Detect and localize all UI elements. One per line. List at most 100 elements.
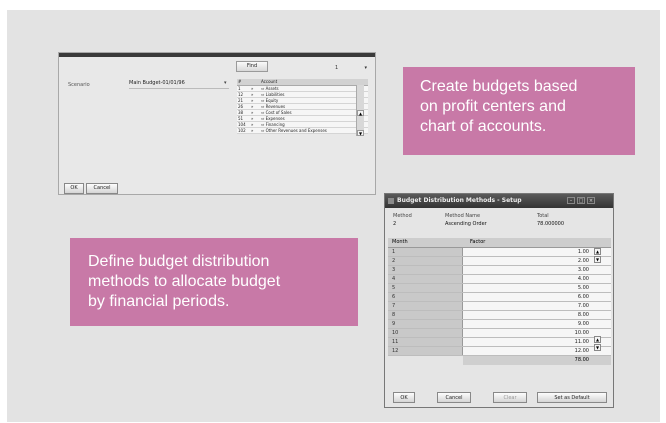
month-cell: 7 bbox=[388, 302, 463, 310]
scroll-up-icon[interactable]: ▲ bbox=[357, 110, 364, 116]
month-cell: 9 bbox=[388, 320, 463, 328]
row-number: 102 bbox=[238, 128, 246, 133]
factor-cell[interactable]: 11.00 bbox=[463, 338, 611, 346]
row-mark: » bbox=[251, 98, 254, 103]
month-cell: 1 bbox=[388, 248, 463, 256]
set-as-default-button[interactable]: Set as Default bbox=[537, 392, 607, 403]
grid-total-row: 78.00 bbox=[388, 356, 611, 365]
callout-line: by financial periods. bbox=[88, 293, 230, 310]
callout-line: methods to allocate budget bbox=[88, 273, 281, 290]
accounts-scrollbar[interactable]: ▲ ▼ bbox=[356, 85, 364, 136]
table-row[interactable]: 11 11.00 bbox=[388, 338, 611, 347]
table-row[interactable]: 9 9.00 bbox=[388, 320, 611, 329]
row-number: 38 bbox=[238, 110, 244, 115]
cancel-button[interactable]: Cancel bbox=[86, 183, 118, 194]
month-cell: 3 bbox=[388, 266, 463, 274]
callout-budgets: Create budgets based on profit centers a… bbox=[403, 67, 635, 155]
table-row[interactable]: 2 2.00 bbox=[388, 257, 611, 266]
row-number: 26 bbox=[238, 104, 244, 109]
column-header-account: Account bbox=[261, 79, 278, 84]
chevron-down-icon: ▾ bbox=[364, 65, 367, 71]
table-row[interactable]: 5 5.00 bbox=[388, 284, 611, 293]
scroll-up-icon[interactable]: ▲ bbox=[594, 336, 601, 343]
row-number: 1 bbox=[238, 86, 241, 91]
factor-cell[interactable]: 5.00 bbox=[463, 284, 611, 292]
table-row[interactable]: 7 7.00 bbox=[388, 302, 611, 311]
total-label: Total bbox=[537, 213, 549, 219]
table-row[interactable]: 1 1.00 bbox=[388, 248, 611, 257]
scroll-up-icon[interactable]: ▲ bbox=[594, 248, 601, 255]
factor-cell[interactable]: 9.00 bbox=[463, 320, 611, 328]
account-name: ⇨ Other Revenues and Expenses bbox=[261, 128, 327, 133]
factor-cell[interactable]: 7.00 bbox=[463, 302, 611, 310]
account-name: ⇨ Financing bbox=[261, 122, 285, 127]
column-header-month: Month bbox=[392, 239, 408, 245]
factor-grid: Month Factor 1 1.00 2 2.00 3 3.00 4 4.00 5 5.… bbox=[388, 238, 611, 365]
month-cell: 10 bbox=[388, 329, 463, 337]
month-cell: 4 bbox=[388, 275, 463, 283]
ok-button[interactable]: OK bbox=[64, 183, 84, 194]
account-name: ⇨ Expenses bbox=[261, 116, 285, 121]
find-button[interactable]: Find bbox=[236, 61, 268, 72]
scenario-dropdown[interactable]: Main Budget-01/01/96 bbox=[129, 80, 229, 89]
account-name: ⇨ Cost of Sales bbox=[261, 110, 292, 115]
clear-button[interactable]: Clear bbox=[493, 392, 527, 403]
callout-line: Create budgets based bbox=[420, 78, 578, 95]
factor-cell[interactable]: 4.00 bbox=[463, 275, 611, 283]
method-field[interactable]: 2 bbox=[393, 221, 396, 227]
factor-cell[interactable]: 1.00 bbox=[463, 248, 611, 256]
month-cell: 12 bbox=[388, 347, 463, 355]
window-title-bar bbox=[59, 53, 375, 57]
find-select[interactable]: 1 ▾ bbox=[327, 65, 367, 72]
minimize-icon[interactable]: – bbox=[567, 197, 575, 204]
table-row[interactable]: 3 3.00 bbox=[388, 266, 611, 275]
factor-cell[interactable]: 6.00 bbox=[463, 293, 611, 301]
month-cell: 11 bbox=[388, 338, 463, 346]
find-select-value: 1 bbox=[335, 65, 339, 71]
account-name: ⇨ Assets bbox=[261, 86, 279, 91]
accounts-table-header: # Account bbox=[237, 79, 368, 86]
account-name: ⇨ Equity bbox=[261, 98, 279, 103]
table-row[interactable]: 8 8.00 bbox=[388, 311, 611, 320]
table-row[interactable]: 4 4.00 bbox=[388, 275, 611, 284]
table-row[interactable]: 102 » ⇨ Other Revenues and Expenses bbox=[237, 128, 368, 134]
grid-total-spacer bbox=[388, 356, 463, 365]
factor-cell[interactable]: 12.00 bbox=[463, 347, 611, 355]
row-number: 12 bbox=[238, 92, 244, 97]
factor-cell[interactable]: 10.00 bbox=[463, 329, 611, 337]
row-mark: » bbox=[251, 122, 254, 127]
cancel-button[interactable]: Cancel bbox=[437, 392, 471, 403]
window-title-bar: Budget Distribution Methods - Setup – □ … bbox=[385, 194, 613, 208]
budget-window: Find 1 ▾ Scenario Main Budget-01/01/96 ▾… bbox=[58, 52, 376, 195]
accounts-table: # Account 1 » ⇨ Assets 12 » ⇨ Liabilities 21… bbox=[237, 79, 368, 134]
method-label: Method bbox=[393, 213, 412, 219]
column-header-mark bbox=[251, 79, 261, 85]
row-number: 51 bbox=[238, 116, 244, 121]
row-mark: » bbox=[251, 110, 254, 115]
table-row[interactable]: 12 12.00 bbox=[388, 347, 611, 356]
maximize-icon[interactable]: □ bbox=[577, 197, 585, 204]
factor-cell[interactable]: 2.00 bbox=[463, 257, 611, 265]
window-title: Budget Distribution Methods - Setup bbox=[397, 197, 522, 204]
chevron-down-icon[interactable]: ▾ bbox=[224, 80, 227, 86]
method-name-field[interactable]: Ascending Order bbox=[445, 221, 487, 227]
table-row[interactable]: 6 6.00 bbox=[388, 293, 611, 302]
row-number: 21 bbox=[238, 98, 244, 103]
scenario-label: Scenario bbox=[68, 82, 90, 88]
row-mark: » bbox=[251, 92, 254, 97]
row-number: 104 bbox=[238, 122, 246, 127]
scroll-down-icon[interactable]: ▼ bbox=[594, 256, 601, 263]
scroll-down-icon[interactable]: ▼ bbox=[594, 344, 601, 351]
column-header-factor: Factor bbox=[470, 239, 486, 245]
month-cell: 8 bbox=[388, 311, 463, 319]
scroll-down-icon[interactable]: ▼ bbox=[357, 130, 364, 136]
callout-line: Define budget distribution bbox=[88, 253, 270, 270]
table-row[interactable]: 10 10.00 bbox=[388, 329, 611, 338]
month-cell: 5 bbox=[388, 284, 463, 292]
callout-distribution: Define budget distribution methods to al… bbox=[70, 238, 358, 326]
month-cell: 6 bbox=[388, 293, 463, 301]
factor-cell[interactable]: 3.00 bbox=[463, 266, 611, 274]
ok-button[interactable]: OK bbox=[393, 392, 415, 403]
close-icon[interactable]: × bbox=[587, 197, 595, 204]
factor-cell[interactable]: 8.00 bbox=[463, 311, 611, 319]
